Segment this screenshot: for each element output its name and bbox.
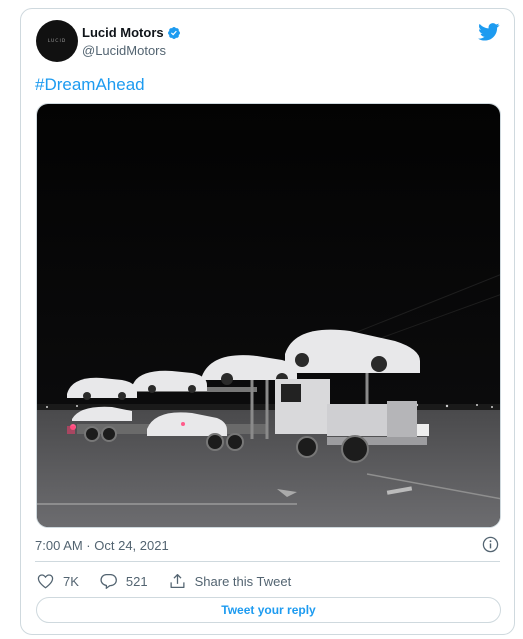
tweet-photo[interactable] (36, 103, 501, 528)
author-name[interactable]: Lucid Motors (82, 25, 164, 40)
share-icon (170, 573, 185, 589)
share-label: Share this Tweet (194, 573, 292, 589)
photo-car-carrier-truck (37, 104, 500, 527)
tweet-your-reply-button[interactable]: Tweet your reply (36, 597, 501, 623)
twitter-bird-icon[interactable] (478, 23, 500, 46)
reply-bubble-icon (100, 573, 117, 589)
divider (35, 561, 500, 562)
author-handle[interactable]: @LucidMotors (82, 43, 166, 58)
info-icon[interactable] (482, 536, 499, 558)
like-button[interactable]: 7K (37, 573, 79, 589)
tweet-timestamp[interactable]: 7:00 AM · Oct 24, 2021 (35, 538, 169, 553)
avatar-logo: LUCID (47, 38, 67, 44)
heart-icon (37, 574, 54, 589)
share-button[interactable]: Share this Tweet (169, 573, 292, 589)
like-count: 7K (63, 573, 79, 589)
reply-count: 521 (125, 573, 148, 589)
reply-action-button[interactable]: 521 (100, 573, 148, 589)
tweet-actions: 7K 521 Share this Tweet (37, 570, 312, 592)
avatar[interactable]: LUCID (36, 20, 78, 62)
verified-badge-icon (167, 26, 181, 40)
tweet-card: LUCID Lucid Motors @LucidMotors #DreamAh… (20, 8, 515, 635)
tweet-text-hashtag[interactable]: #DreamAhead (35, 75, 145, 95)
author-name-row[interactable]: Lucid Motors (82, 25, 181, 40)
